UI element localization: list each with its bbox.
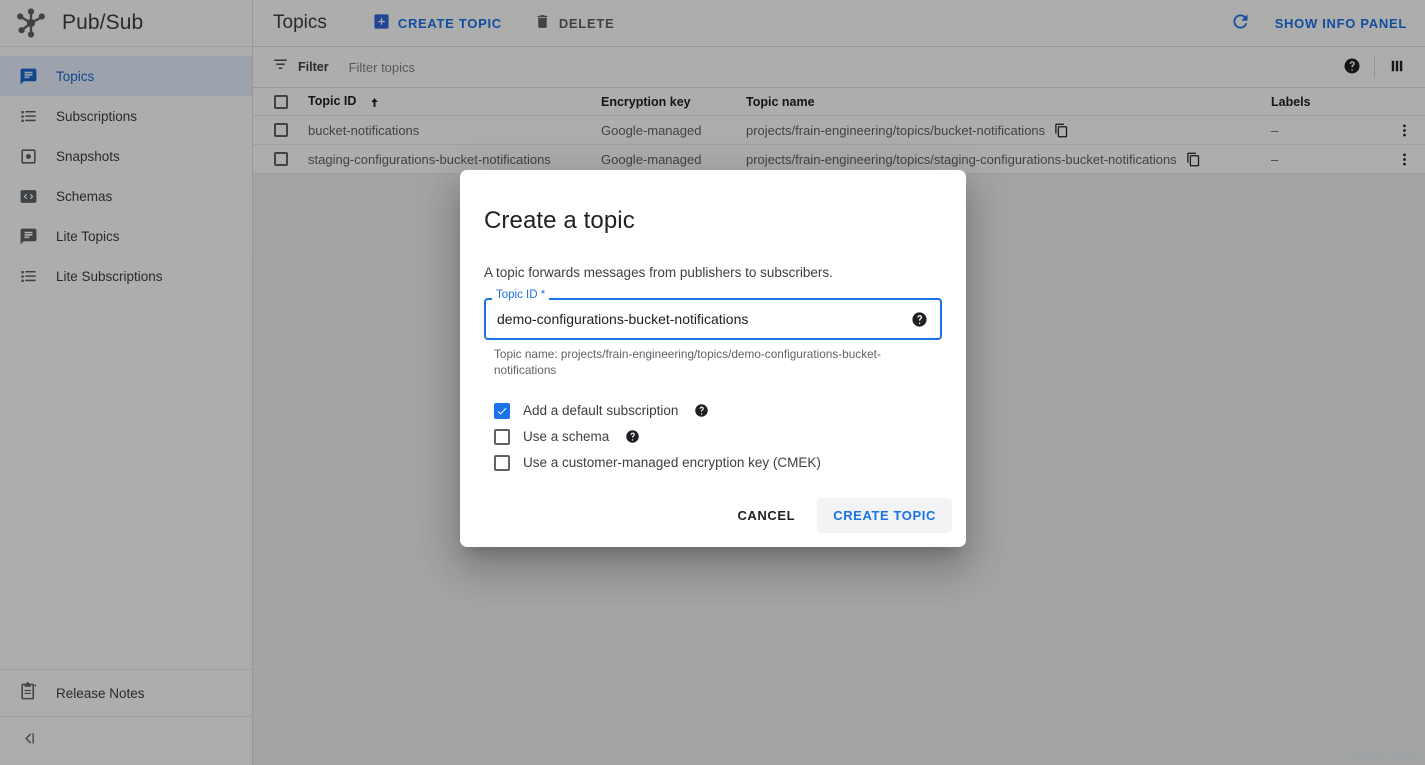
option-use-cmek[interactable]: Use a customer-managed encryption key (C… xyxy=(484,450,942,476)
use-a-schema-checkbox[interactable] xyxy=(494,429,510,445)
dialog-title: Create a topic xyxy=(484,207,942,235)
cancel-button[interactable]: CANCEL xyxy=(721,498,811,533)
topic-id-field-wrapper: Topic ID * xyxy=(484,298,942,340)
help-circle-icon[interactable] xyxy=(911,311,928,328)
option-label: Add a default subscription xyxy=(523,403,678,418)
add-default-subscription-checkbox[interactable] xyxy=(494,403,510,419)
dialog-actions: CANCEL CREATE TOPIC xyxy=(721,498,952,533)
help-circle-icon[interactable] xyxy=(625,429,640,444)
app-root: Pub/Sub Topics Subscriptions Snapshots xyxy=(0,0,1425,765)
use-cmek-checkbox[interactable] xyxy=(494,455,510,471)
help-circle-icon[interactable] xyxy=(694,403,709,418)
option-label: Use a schema xyxy=(523,429,609,444)
option-add-default-subscription[interactable]: Add a default subscription xyxy=(484,398,942,424)
create-topic-dialog: Create a topic A topic forwards messages… xyxy=(460,170,966,547)
topic-id-label: Topic ID * xyxy=(492,290,549,302)
option-use-a-schema[interactable]: Use a schema xyxy=(484,424,942,450)
dialog-subtitle: A topic forwards messages from publisher… xyxy=(484,265,942,280)
dialog-options: Add a default subscription Use a schema … xyxy=(484,398,942,476)
option-label: Use a customer-managed encryption key (C… xyxy=(523,455,821,470)
topic-id-field[interactable] xyxy=(484,298,942,340)
create-topic-submit-button[interactable]: CREATE TOPIC xyxy=(817,498,952,533)
topic-id-input[interactable] xyxy=(495,310,908,328)
topic-name-helper-text: Topic name: projects/frain-engineering/t… xyxy=(484,347,894,379)
watermark: wsxdn.com xyxy=(1355,747,1415,761)
